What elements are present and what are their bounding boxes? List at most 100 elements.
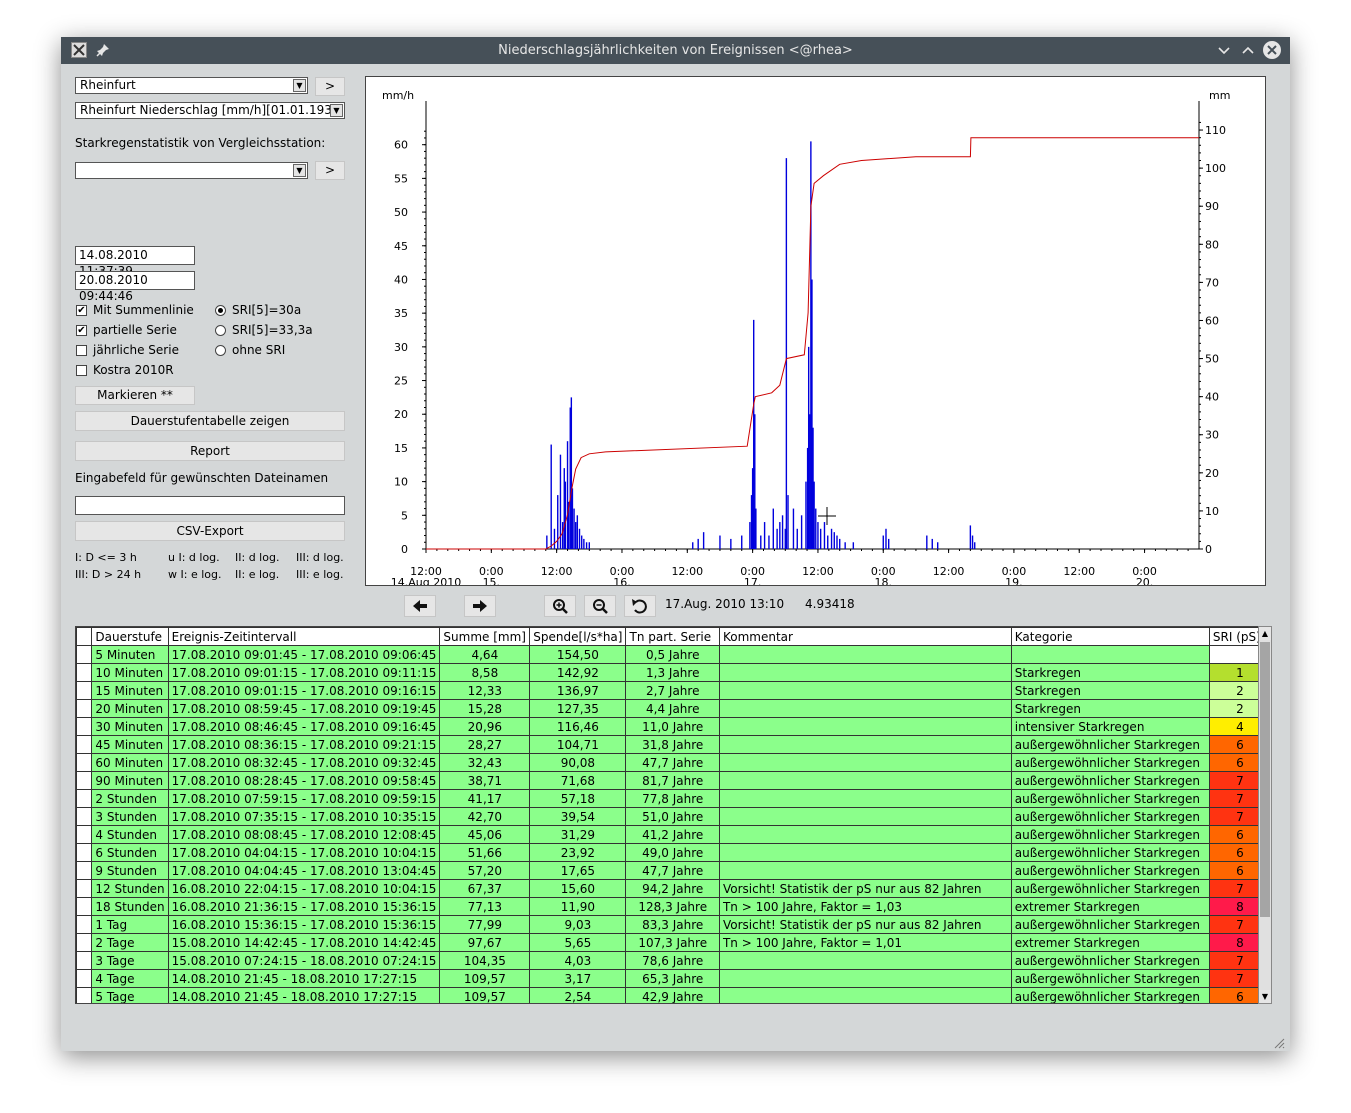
table-cell: 23,92 — [529, 843, 627, 862]
row-selector[interactable] — [76, 645, 93, 664]
row-selector[interactable] — [76, 717, 93, 736]
row-selector[interactable] — [76, 933, 93, 952]
end-date-field[interactable]: 20.08.2010 09:44:46 — [75, 271, 195, 303]
next-button[interactable] — [464, 595, 496, 617]
jaehrliche-serie-checkbox[interactable] — [76, 345, 87, 356]
row-selector[interactable] — [76, 987, 93, 1003]
report-button[interactable]: Report — [75, 441, 345, 461]
row-selector[interactable] — [76, 879, 93, 898]
table-row[interactable]: 3 Tage 15.08.2010 07:24:15 - 18.08.2010 0… — [76, 951, 1271, 970]
chevron-down-icon[interactable]: ▼ — [293, 164, 306, 177]
zoom-in-button[interactable] — [544, 595, 576, 617]
table-row[interactable]: 2 Stunden 17.08.2010 07:59:15 - 17.08.201… — [76, 789, 1271, 808]
table-scrollbar[interactable]: ▲ ▼ — [1258, 626, 1272, 1004]
maximize-icon[interactable] — [1239, 41, 1257, 59]
row-selector[interactable] — [76, 825, 93, 844]
title-bar: Niederschlagsjährlichkeiten von Ereignis… — [61, 37, 1290, 64]
chevron-down-icon[interactable]: ▼ — [293, 79, 306, 92]
row-selector[interactable] — [76, 663, 93, 682]
table-row[interactable]: 9 Stunden 17.08.2010 04:04:45 - 17.08.201… — [76, 861, 1271, 880]
undo-icon — [632, 599, 647, 614]
scroll-up-icon[interactable]: ▲ — [1259, 627, 1271, 640]
jaehrliche-serie-label: jährliche Serie — [93, 343, 179, 357]
table-row[interactable]: 60 Minuten 17.08.2010 08:32:45 - 17.08.20… — [76, 753, 1271, 772]
table-row[interactable]: 6 Stunden 17.08.2010 04:04:15 - 17.08.201… — [76, 843, 1271, 862]
station-select[interactable]: Rheinfurt ▼ — [75, 77, 308, 94]
column-header[interactable]: Spende[l/s*ha] — [529, 627, 627, 646]
resize-grip-icon[interactable] — [1273, 1037, 1285, 1052]
column-header[interactable]: Kategorie — [1010, 627, 1210, 646]
series-select[interactable]: Rheinfurt Niederschlag [mm/h][01.01.1931… — [75, 102, 345, 119]
row-selector[interactable] — [76, 861, 93, 880]
table-cell: 77,8 Jahre — [625, 789, 720, 808]
table-cell: 57,20 — [439, 861, 531, 880]
x-tick-date-label: 18. — [875, 576, 893, 585]
column-header[interactable]: Summe [mm] — [439, 627, 531, 646]
compare-go-button[interactable]: > — [315, 161, 345, 180]
table-cell — [718, 753, 1012, 772]
zoom-out-button[interactable] — [584, 595, 616, 617]
table-row[interactable]: 1 Tag 16.08.2010 15:36:15 - 17.08.2010 15… — [76, 915, 1271, 934]
station-go-button[interactable]: > — [315, 77, 345, 96]
table-cell: 4,64 — [439, 645, 531, 664]
table-row[interactable]: 20 Minuten 17.08.2010 08:59:45 - 17.08.20… — [76, 699, 1271, 718]
partielle-serie-checkbox[interactable]: ✔ — [76, 325, 87, 336]
row-selector[interactable] — [76, 915, 93, 934]
start-date-field[interactable]: 14.08.2010 11:37:39 — [75, 246, 195, 278]
mark-button[interactable]: Markieren ** — [75, 386, 195, 405]
row-selector[interactable] — [76, 771, 93, 790]
row-selector[interactable] — [76, 789, 93, 808]
duration-table-button[interactable]: Dauerstufentabelle zeigen — [75, 411, 345, 431]
sri-33a-radio[interactable] — [215, 325, 226, 336]
table-row[interactable]: 5 Tage 14.08.2010 21:45 - 18.08.2010 17:2… — [76, 987, 1271, 1003]
table-row[interactable]: 45 Minuten 17.08.2010 08:36:15 - 17.08.20… — [76, 735, 1271, 754]
summenlinie-checkbox[interactable]: ✔ — [76, 305, 87, 316]
table-cell: 12,33 — [439, 681, 531, 700]
row-selector[interactable] — [76, 735, 93, 754]
sri-30a-radio[interactable] — [215, 305, 226, 316]
table-cell: 4 Tage — [91, 969, 169, 988]
minimize-icon[interactable] — [1215, 41, 1233, 59]
table-row[interactable]: 18 Stunden 16.08.2010 21:36:15 - 17.08.20… — [76, 897, 1271, 916]
table-row[interactable]: 4 Stunden 17.08.2010 08:08:45 - 17.08.201… — [76, 825, 1271, 844]
table-row[interactable]: 4 Tage 14.08.2010 21:45 - 18.08.2010 17:2… — [76, 969, 1271, 988]
table-row[interactable]: 2 Tage 15.08.2010 14:42:45 - 17.08.2010 1… — [76, 933, 1271, 952]
row-selector[interactable] — [76, 753, 93, 772]
table-row[interactable]: 10 Minuten 17.08.2010 09:01:15 - 17.08.20… — [76, 663, 1271, 682]
close-icon[interactable] — [1263, 41, 1281, 59]
table-row[interactable]: 12 Stunden 16.08.2010 22:04:15 - 17.08.20… — [76, 879, 1271, 898]
kostra-checkbox[interactable] — [76, 365, 87, 376]
row-selector[interactable] — [76, 843, 93, 862]
csv-export-button[interactable]: CSV-Export — [75, 521, 345, 541]
scroll-down-icon[interactable]: ▼ — [1259, 990, 1271, 1003]
row-selector[interactable] — [76, 699, 93, 718]
row-selector[interactable] — [76, 807, 93, 826]
table-row[interactable]: 30 Minuten 17.08.2010 08:46:45 - 17.08.20… — [76, 717, 1271, 736]
column-header[interactable] — [76, 627, 93, 646]
prev-button[interactable] — [404, 595, 436, 617]
table-row[interactable]: 15 Minuten 17.08.2010 09:01:15 - 17.08.20… — [76, 681, 1271, 700]
reset-zoom-button[interactable] — [624, 595, 656, 617]
row-selector[interactable] — [76, 969, 93, 988]
table-cell: 78,6 Jahre — [625, 951, 720, 970]
column-header[interactable]: Kommentar — [718, 627, 1012, 646]
table-cell: 6 Stunden — [91, 843, 169, 862]
table-cell: 4 Stunden — [91, 825, 169, 844]
precipitation-chart[interactable]: mm/h mm 0 5 10 15 20 25 30 35 40 45 50 55 60 0 10 20 30 40 5… — [365, 76, 1266, 589]
row-selector[interactable] — [76, 681, 93, 700]
table-row[interactable]: 3 Stunden 17.08.2010 07:35:15 - 17.08.201… — [76, 807, 1271, 826]
row-selector[interactable] — [76, 897, 93, 916]
filename-input[interactable] — [75, 496, 345, 515]
column-header[interactable]: Tn part. Serie — [625, 627, 720, 646]
x-tick-label: 12:00 — [1063, 565, 1095, 578]
column-header[interactable]: Dauerstufe — [91, 627, 169, 646]
legend-r1c3: III: e log. — [296, 568, 344, 581]
table-row[interactable]: 5 Minuten 17.08.2010 09:01:45 - 17.08.201… — [76, 645, 1271, 664]
compare-station-select[interactable]: ▼ — [75, 162, 308, 179]
ohne-sri-radio[interactable] — [215, 345, 226, 356]
chevron-down-icon[interactable]: ▼ — [330, 104, 343, 117]
column-header[interactable]: Ereignis-Zeitintervall — [167, 627, 441, 646]
scroll-thumb[interactable] — [1260, 642, 1270, 917]
table-row[interactable]: 90 Minuten 17.08.2010 08:28:45 - 17.08.20… — [76, 771, 1271, 790]
row-selector[interactable] — [76, 951, 93, 970]
